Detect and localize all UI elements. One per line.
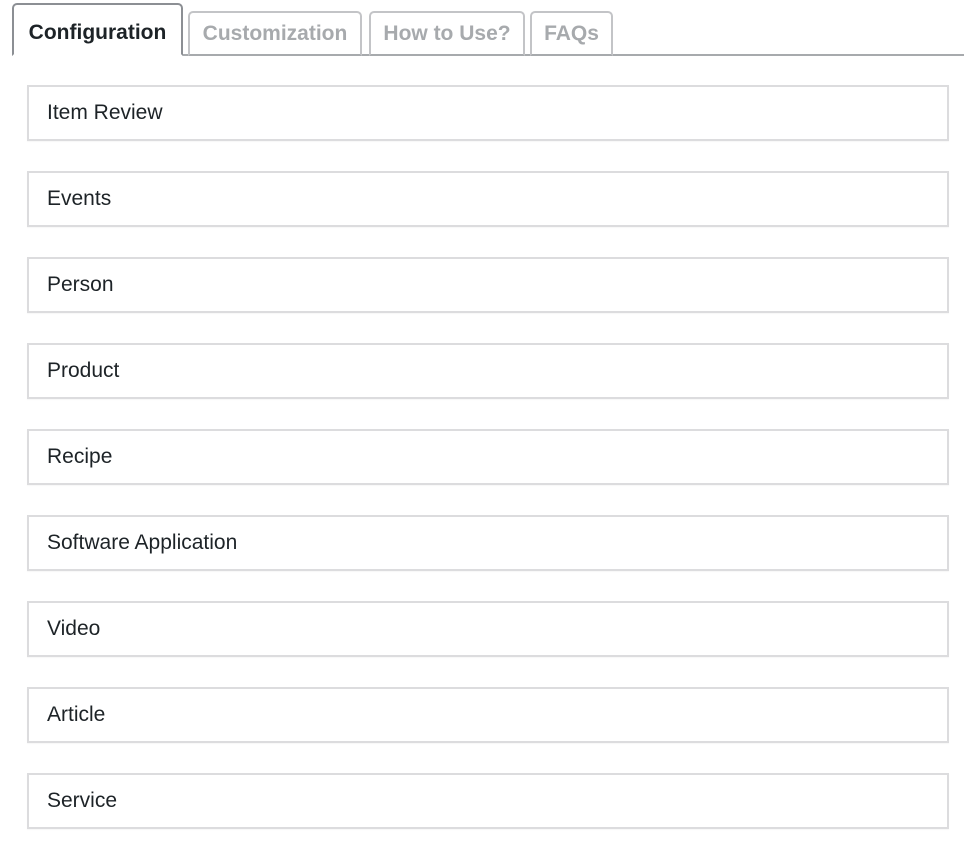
panel-events[interactable]: Events (27, 171, 949, 227)
panel-title: Recipe (47, 445, 113, 468)
panel-title: Product (47, 359, 120, 382)
panel-title: Service (47, 789, 118, 812)
tab-customization[interactable]: Customization (188, 11, 362, 56)
panel-title: Person (47, 273, 114, 296)
schema-panel-list: Item Review Events Person Product Recipe… (27, 85, 949, 859)
panel-video[interactable]: Video (27, 601, 949, 657)
panel-service[interactable]: Service (27, 773, 949, 829)
panel-item-review[interactable]: Item Review (27, 85, 949, 141)
tab-how-to-use[interactable]: How to Use? (369, 11, 525, 56)
tab-faqs[interactable]: FAQs (530, 11, 613, 56)
tab-configuration[interactable]: Configuration (12, 3, 183, 56)
panel-title: Video (47, 617, 101, 640)
panel-title: Item Review (47, 101, 163, 124)
panel-title: Software Application (47, 531, 238, 554)
tab-label: Configuration (28, 20, 167, 44)
panel-recipe[interactable]: Recipe (27, 429, 949, 485)
panel-title: Article (47, 703, 106, 726)
panel-article[interactable]: Article (27, 687, 949, 743)
tab-label: Customization (202, 21, 348, 45)
panel-title: Events (47, 187, 112, 210)
settings-tab-bar: Configuration Customization How to Use? … (12, 3, 964, 56)
panel-product[interactable]: Product (27, 343, 949, 399)
panel-software-application[interactable]: Software Application (27, 515, 949, 571)
tab-label: How to Use? (383, 21, 511, 45)
panel-person[interactable]: Person (27, 257, 949, 313)
tab-label: FAQs (544, 21, 599, 45)
